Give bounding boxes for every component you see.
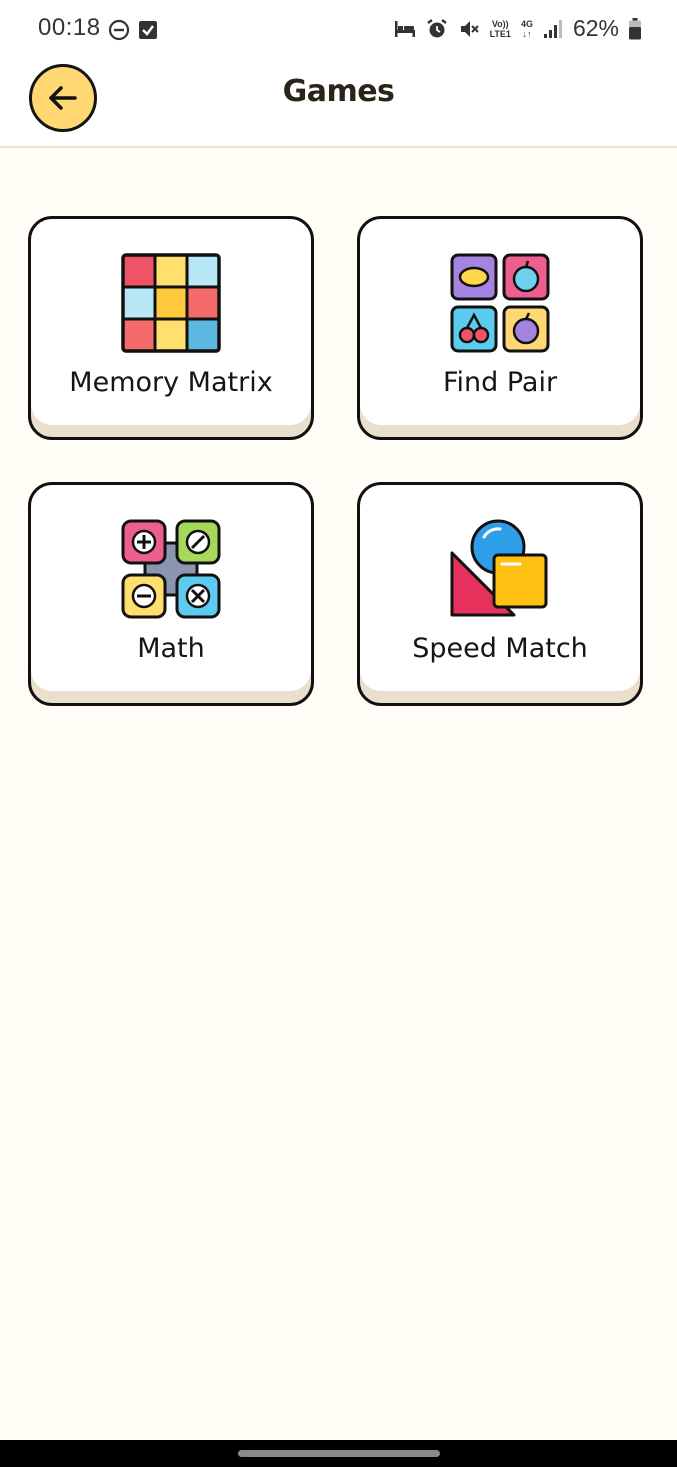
status-time: 00:18	[38, 14, 101, 41]
sleep-bed-icon	[394, 20, 415, 37]
game-card-speed-match[interactable]: Speed Match	[357, 482, 643, 706]
memory-matrix-icon	[121, 253, 221, 353]
status-bar: 00:18 Vo)) LTE1 4G ↓↑ 62%	[0, 0, 677, 60]
battery-percentage: 62%	[572, 15, 619, 41]
game-label: Find Pair	[442, 367, 558, 398]
signal-strength-icon	[543, 19, 562, 38]
battery-icon	[629, 17, 641, 39]
system-navigation-bar	[0, 1440, 677, 1467]
app-header: Games	[0, 60, 677, 148]
find-pair-icon	[450, 253, 550, 353]
network-type-indicator: 4G ↓↑	[520, 18, 533, 39]
checkbox-notification-icon	[139, 21, 157, 39]
speed-match-icon	[450, 519, 548, 617]
status-left-icons	[108, 19, 158, 41]
status-right-icons: Vo)) LTE1 4G ↓↑ 62%	[394, 15, 641, 42]
game-label: Math	[137, 633, 205, 664]
game-card-math[interactable]: Math	[28, 482, 314, 706]
alarm-icon	[426, 18, 447, 37]
mute-icon	[460, 20, 479, 37]
do-not-disturb-icon	[108, 19, 130, 41]
home-gesture-handle[interactable]	[238, 1450, 440, 1457]
game-label: Speed Match	[412, 633, 588, 664]
math-icon	[121, 519, 221, 619]
game-card-memory-matrix[interactable]: Memory Matrix	[28, 216, 314, 440]
game-label: Memory Matrix	[69, 367, 273, 398]
page-title: Games	[282, 74, 395, 109]
volte-indicator: Vo)) LTE1	[489, 18, 511, 39]
game-card-find-pair[interactable]: Find Pair	[357, 216, 643, 440]
